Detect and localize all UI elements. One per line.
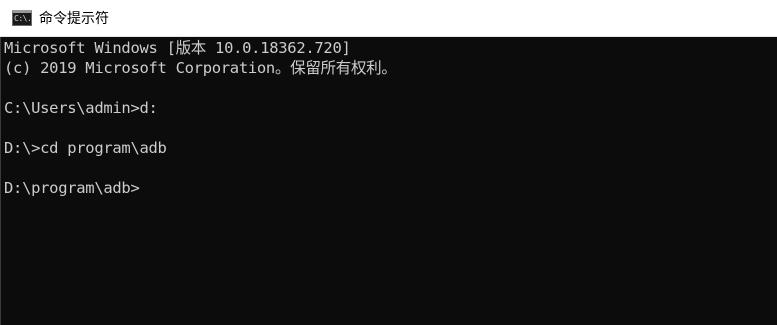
- console-line: Microsoft Windows [版本 10.0.18362.720]: [4, 39, 351, 57]
- command-prompt-window: C:\. 命令提示符 Microsoft Windows [版本 10.0.18…: [0, 0, 777, 325]
- console-line: C:\Users\admin>d:: [4, 99, 158, 117]
- console-prompt-line[interactable]: D:\program\adb>: [4, 178, 777, 198]
- window-border: [0, 37, 1, 325]
- console-line: D:\>cd program\adb: [4, 139, 167, 157]
- console-line: (c) 2019 Microsoft Corporation。保留所有权利。: [4, 59, 397, 77]
- window-title: 命令提示符: [39, 11, 109, 27]
- console-output[interactable]: Microsoft Windows [版本 10.0.18362.720] (c…: [0, 37, 777, 325]
- cmd-app-icon[interactable]: C:\.: [12, 10, 32, 26]
- title-bar[interactable]: C:\. 命令提示符: [0, 0, 777, 37]
